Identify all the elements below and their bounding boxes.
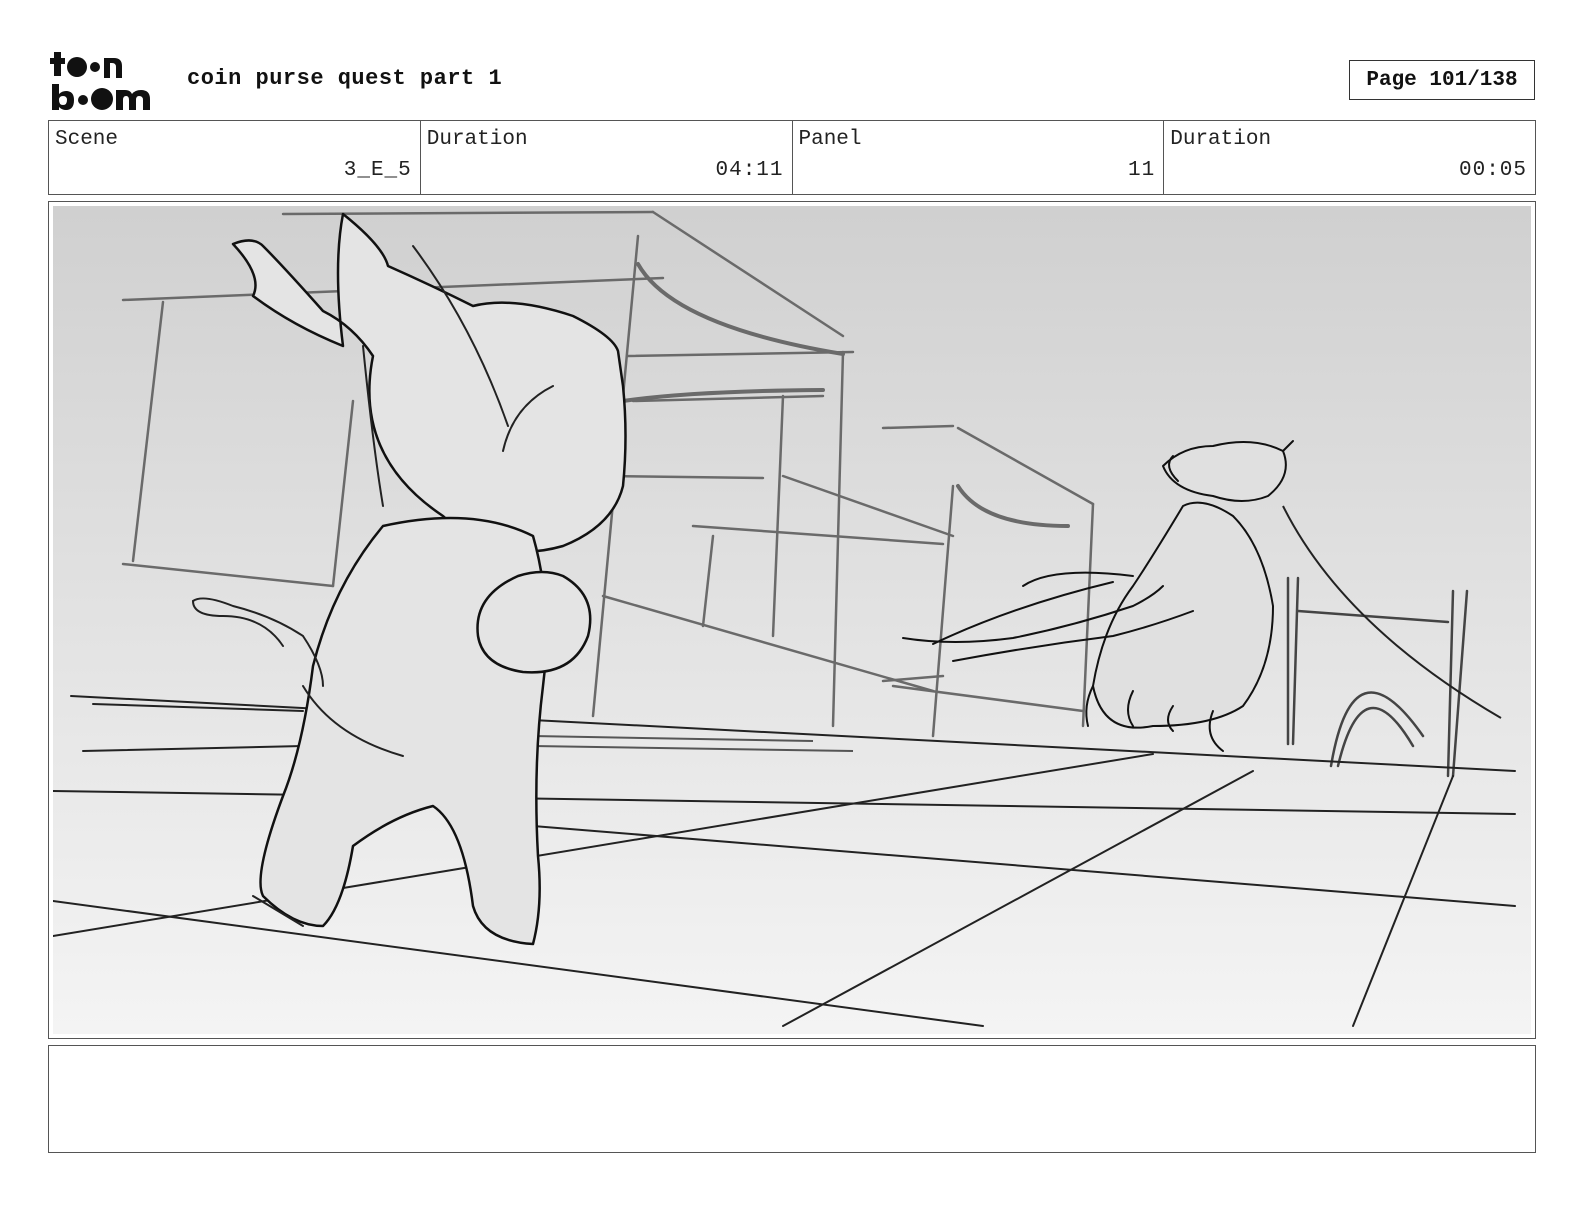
panel-duration-cell: Duration 00:05 <box>1164 121 1535 194</box>
scene-duration-cell: Duration 04:11 <box>421 121 793 194</box>
panel-label: Panel <box>798 128 862 151</box>
panel-duration-label: Duration <box>1170 128 1272 151</box>
scene-cell: Scene 3_E_5 <box>49 121 421 194</box>
storyboard-panel <box>48 201 1536 1039</box>
panel-cell: Panel 11 <box>793 121 1165 194</box>
project-title: coin purse quest part 1 <box>187 66 503 91</box>
panel-duration-value: 00:05 <box>1458 159 1527 182</box>
storyboard-sketch-image <box>53 206 1531 1034</box>
scene-label: Scene <box>55 128 119 151</box>
scene-duration-value: 04:11 <box>715 159 784 182</box>
panel-value: 11 <box>1128 159 1156 182</box>
panel-notes <box>48 1045 1536 1153</box>
scene-info-table: Scene 3_E_5 Duration 04:11 Panel 11 Dura… <box>48 120 1536 195</box>
scene-duration-label: Duration <box>426 128 528 151</box>
toon-boom-logo <box>50 50 165 112</box>
scene-value: 3_E_5 <box>343 159 412 182</box>
page-indicator: Page 101/138 <box>1349 60 1535 100</box>
